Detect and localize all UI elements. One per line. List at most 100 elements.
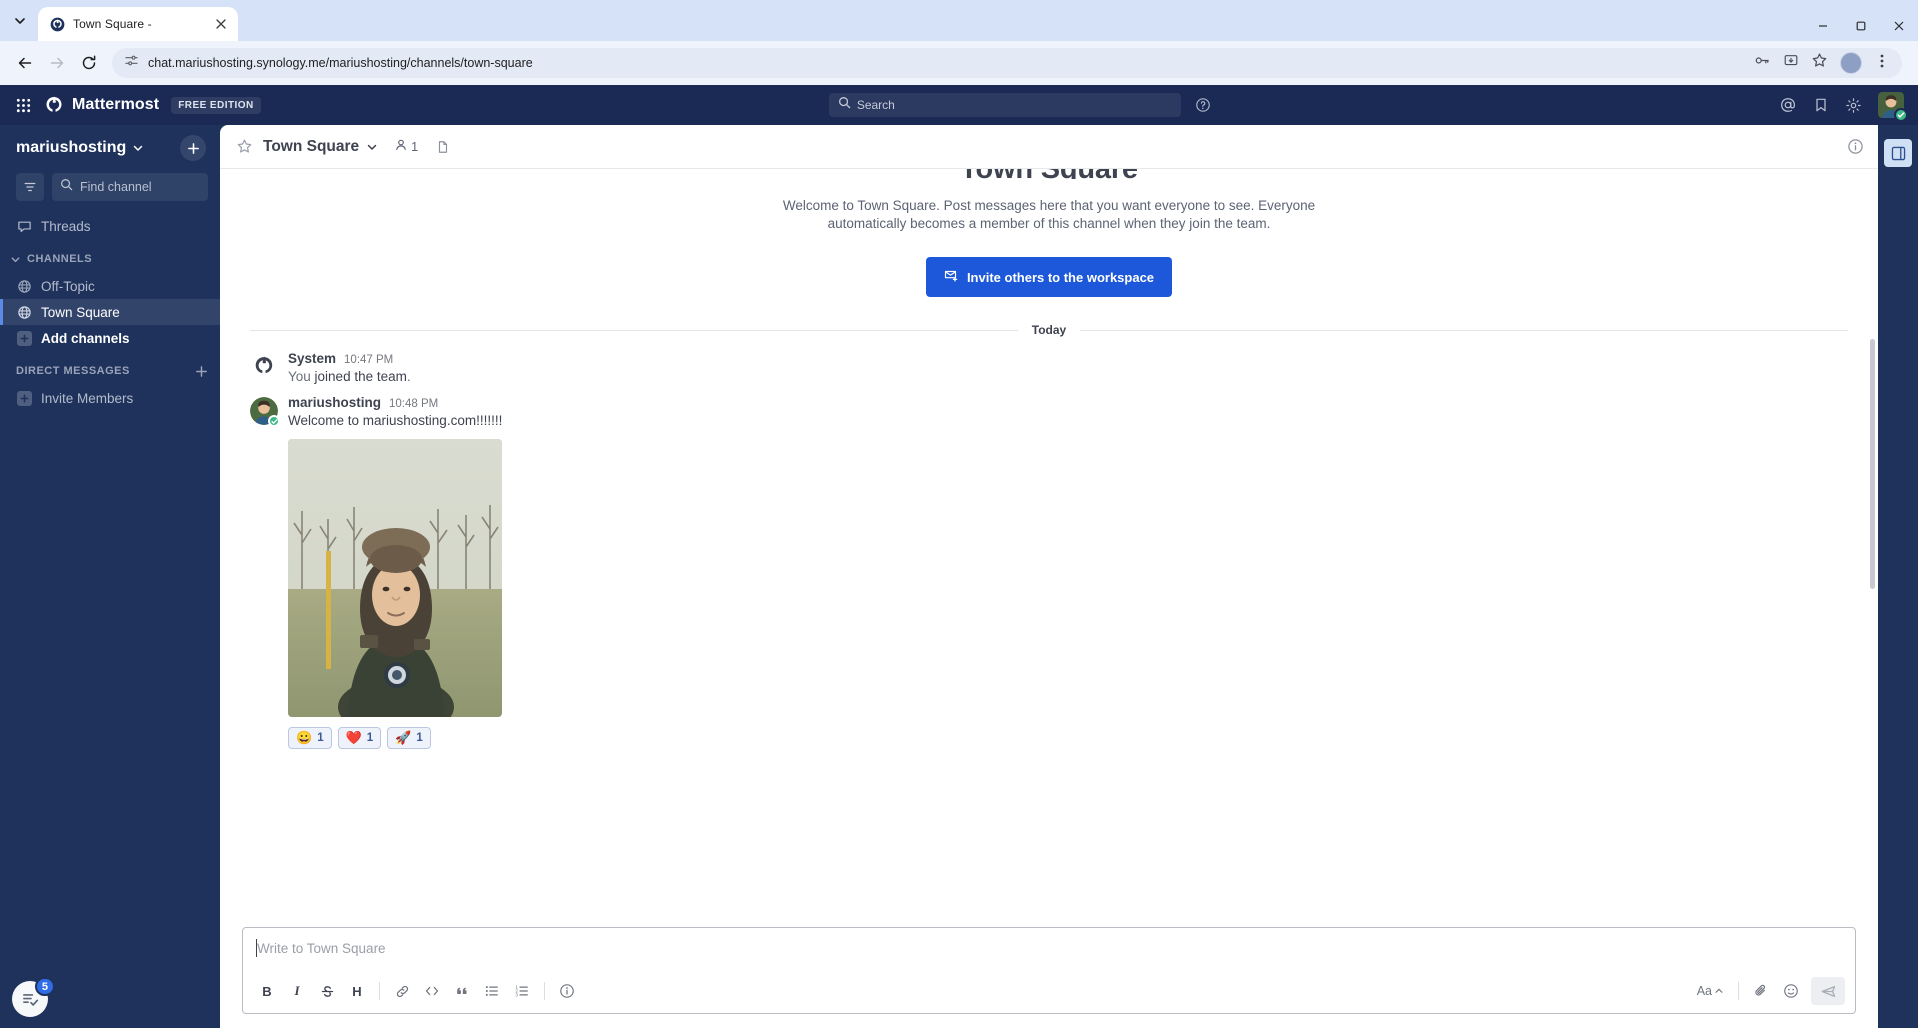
code-button[interactable] [418, 977, 446, 1005]
day-label: Today [1031, 323, 1067, 338]
browser-tab[interactable]: Town Square - [38, 7, 238, 41]
sidebar-item-threads[interactable]: Threads [0, 213, 220, 239]
settings-gear-icon[interactable] [1845, 97, 1862, 114]
tab-search-button[interactable] [6, 7, 34, 35]
info-circle-icon[interactable] [1847, 138, 1864, 155]
post-author[interactable]: System [288, 351, 336, 366]
filter-icon[interactable] [16, 173, 44, 201]
quote-button[interactable] [448, 977, 476, 1005]
envelope-plus-icon [944, 268, 959, 286]
heading-button[interactable]: H [343, 977, 371, 1005]
send-button[interactable] [1811, 977, 1845, 1005]
team-header[interactable]: mariushosting [0, 125, 220, 171]
global-search-area: Search [271, 93, 1769, 117]
window-controls [1804, 11, 1918, 41]
emoji-picker-button[interactable] [1777, 977, 1805, 1005]
post-list-scrollbar[interactable] [1870, 339, 1875, 589]
message-input[interactable]: Write to Town Square [243, 928, 1855, 971]
post-attachment-image[interactable] [288, 438, 502, 717]
day-divider: Today [250, 323, 1849, 338]
sidebar-item-off-topic[interactable]: Off-Topic [0, 273, 220, 299]
channel-title[interactable]: Town Square [263, 138, 359, 156]
sidebar-item-town-square[interactable]: Town Square [0, 299, 220, 325]
apps-bar-icon[interactable] [1884, 139, 1912, 167]
browser-profile-avatar[interactable] [1840, 52, 1862, 74]
avatar[interactable] [250, 397, 280, 427]
search-icon [838, 96, 851, 114]
mattermost-app: Mattermost FREE EDITION Search mariushos… [0, 85, 1918, 1028]
channel-filter-row: Find channel [0, 171, 220, 203]
invite-others-button[interactable]: Invite others to the workspace [925, 257, 1173, 298]
add-direct-message-button[interactable] [195, 365, 208, 378]
category-direct-messages[interactable]: DIRECT MESSAGES [0, 357, 220, 385]
close-icon[interactable] [212, 15, 230, 33]
center-column-wrapper: Town Square 1 Welcome to Town Square. Po… [220, 125, 1878, 1028]
numbered-list-button[interactable]: 123 [508, 977, 536, 1005]
close-window-button[interactable] [1880, 11, 1918, 41]
italic-button[interactable]: I [283, 977, 311, 1005]
post-list[interactable]: Town Square Welcome to Town Square. Post… [220, 169, 1878, 927]
post-author[interactable]: mariushosting [288, 395, 381, 410]
grid-apps-icon[interactable] [12, 94, 34, 116]
browser-menu-icon[interactable] [1874, 53, 1890, 74]
reaction-count: 1 [366, 731, 374, 744]
chevron-down-icon[interactable] [366, 141, 378, 153]
plus-square-icon [16, 330, 32, 346]
reaction-chip[interactable]: 🚀 1 [387, 726, 431, 749]
star-outline-icon[interactable] [236, 138, 253, 155]
post-item-system[interactable]: System 10:47 PM You joined the team. [220, 345, 1878, 389]
link-button[interactable] [388, 977, 416, 1005]
channel-intro: Town Square Welcome to Town Square. Post… [220, 169, 1878, 298]
saved-posts-icon[interactable] [1813, 97, 1829, 113]
add-channel-button[interactable] [180, 135, 206, 161]
bookmark-star-icon[interactable] [1811, 52, 1828, 74]
bulleted-list-button[interactable] [478, 977, 506, 1005]
post-item-user[interactable]: mariushosting 10:48 PM Welcome to marius… [220, 389, 1878, 751]
strikethrough-button[interactable] [313, 977, 341, 1005]
forward-icon[interactable] [42, 48, 72, 78]
attach-file-button[interactable] [1747, 977, 1775, 1005]
back-icon[interactable] [10, 48, 40, 78]
mattermost-favicon [49, 16, 65, 32]
member-count-button[interactable]: 1 [394, 138, 418, 155]
install-app-icon[interactable] [1783, 53, 1799, 74]
brand-logo: Mattermost FREE EDITION [44, 95, 261, 115]
sidebar-item-add-channels[interactable]: Add channels [0, 325, 220, 351]
svg-text:3: 3 [515, 992, 518, 997]
bold-button[interactable]: B [253, 977, 281, 1005]
message-composer[interactable]: Write to Town Square B I H 1 2 3 Aa [242, 927, 1856, 1014]
minimize-button[interactable] [1804, 11, 1842, 41]
find-channel-input[interactable]: Find channel [52, 173, 208, 201]
channel-header: Town Square 1 [220, 125, 1878, 169]
reload-icon[interactable] [74, 48, 104, 78]
sidebar-channel-list: Threads CHANNELS Off-Topic Town Square A… [0, 203, 220, 970]
member-count: 1 [411, 139, 419, 154]
tasks-button[interactable]: 5 [12, 977, 55, 1017]
chevron-down-icon[interactable] [10, 254, 21, 265]
reaction-chip[interactable]: 😀 1 [288, 726, 332, 749]
brand-name: Mattermost [72, 96, 160, 113]
reaction-chip[interactable]: ❤️ 1 [337, 726, 382, 749]
composer-actions: Aa [1691, 977, 1845, 1005]
sidebar-item-label: Threads [41, 218, 91, 234]
site-settings-icon[interactable] [124, 53, 139, 73]
avatar[interactable] [1878, 92, 1908, 122]
post-body: System 10:47 PM You joined the team. [288, 351, 1848, 387]
preview-toggle-button[interactable]: Aa [1691, 977, 1730, 1005]
heart-icon: ❤️ [345, 730, 362, 746]
chevron-down-icon[interactable] [132, 142, 144, 154]
post-body: mariushosting 10:48 PM Welcome to marius… [288, 395, 1848, 749]
app-bar [1878, 125, 1918, 1028]
post-message-prefix: You [288, 369, 315, 385]
file-icon[interactable] [436, 140, 450, 154]
formatting-help-button[interactable] [553, 977, 581, 1005]
maximize-button[interactable] [1842, 11, 1880, 41]
sidebar-item-invite-members[interactable]: Invite Members [0, 385, 220, 411]
address-bar[interactable]: chat.mariushosting.synology.me/mariushos… [112, 48, 1902, 78]
help-circle-icon[interactable] [1195, 97, 1211, 113]
search-input[interactable]: Search [828, 93, 1181, 117]
category-channels[interactable]: CHANNELS [0, 245, 220, 273]
at-mention-icon[interactable] [1779, 96, 1797, 114]
toolbar-divider [1738, 982, 1739, 1000]
password-key-icon[interactable] [1754, 52, 1771, 74]
